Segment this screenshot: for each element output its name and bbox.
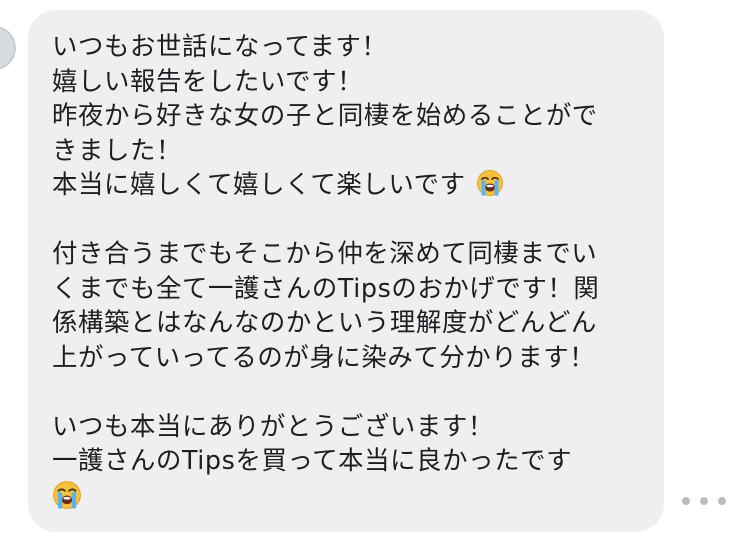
message-line: 一護さんのTipsを買って本当に良かったです [52,445,573,475]
more-dot [718,497,726,505]
more-dot [682,497,690,505]
message-line: いつもお世話になってます！ [52,31,388,61]
message-line: いつも本当にありがとうございます！ [52,410,494,441]
message-line: 付き合うまでもそこから仲を深めて同棲までい [52,238,598,268]
message-line: くまでも全て一護さんのTipsのおかげです！関 [52,272,600,303]
message-line-with-emoji: 本当に嬉しくて嬉しくて楽しいです [52,167,646,202]
message-line: 嬉しい報告をしたいです！ [52,65,364,96]
loudly-crying-face-icon [52,480,646,514]
message-bubble[interactable]: いつもお世話になってます！ 嬉しい報告をしたいです！ 昨夜から好きな女の子と同棲… [28,10,664,532]
message-line: 本当に嬉しくて嬉しくて楽しいです [52,169,466,199]
chat-view: いつもお世話になってます！ 嬉しい報告をしたいです！ 昨夜から好きな女の子と同棲… [0,0,742,550]
more-dot [700,497,708,505]
loudly-crying-face-icon [476,169,504,202]
more-horizontal-icon[interactable] [682,496,726,506]
message-line: 昨夜から好きな女の子と同棲を始めることがで [52,100,598,130]
message-line: 係構築とはなんなのかという理解度がどんどん [52,307,598,337]
message-line: きました！ [52,134,182,165]
sender-avatar[interactable] [0,26,16,70]
message-line: 上がっていってるのが身に染みて分かります！ [52,341,596,372]
